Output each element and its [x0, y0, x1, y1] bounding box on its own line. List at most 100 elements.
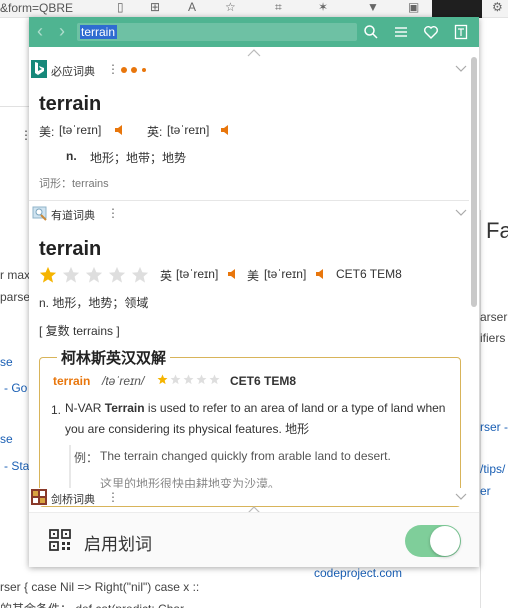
menu-icon[interactable] [393, 24, 409, 40]
bing-uk-label: 英: [147, 125, 163, 139]
star-empty-icon [131, 266, 149, 283]
active-extension-button[interactable] [432, 0, 482, 18]
star-filled-icon [39, 266, 57, 283]
favorites-add-icon[interactable]: ☆ [225, 0, 236, 16]
bg-text-line: r max [0, 268, 30, 282]
star-empty-icon [108, 266, 126, 283]
youdao-uk-label: 英 [160, 269, 173, 283]
collections-icon[interactable]: ▯ [117, 0, 124, 16]
scrollbar-thumb[interactable] [471, 57, 477, 307]
qr-code-icon[interactable] [49, 529, 71, 551]
bg-code-line: 的其余条件： def cat(predict: Char [0, 600, 184, 608]
collapse-chevron-icon[interactable] [455, 65, 467, 73]
cambridge-section-header[interactable]: 剑桥词典 ⋮ [29, 488, 469, 506]
bg-divider [0, 106, 29, 107]
cambridge-logo-icon [31, 489, 47, 505]
toggle-knob[interactable] [430, 526, 460, 556]
popup-topbar: ‹ › terrain [29, 17, 479, 47]
star-empty-icon [62, 266, 80, 283]
example-english: The terrain changed quickly from arable … [100, 449, 391, 463]
loading-dot-icon [121, 67, 127, 73]
collins-def-word: Terrain [104, 401, 145, 415]
settings-gear-icon[interactable]: ⚙ [492, 0, 503, 16]
bing-us-label: 美: [39, 125, 55, 139]
youdao-uk-phonetic: [təˈreɪn] [176, 267, 219, 281]
search-box[interactable]: terrain [77, 23, 357, 41]
bing-more-icon[interactable]: ⋮ [107, 62, 119, 76]
speaker-uk-icon[interactable] [228, 269, 238, 279]
scrollbar[interactable] [471, 49, 477, 499]
browser-toolbar: &form=QBRE ▯ ⊞ A ☆ ⌗ ✶ ▼ ▣ ⚙ [0, 0, 508, 18]
word-selection-toggle[interactable] [405, 525, 461, 557]
youdao-dict-name: 有道词典 [51, 210, 95, 222]
collapse-chevron-icon[interactable] [455, 209, 467, 217]
bg-text-line: ifiers [480, 331, 506, 345]
cambridge-more-icon[interactable]: ⋮ [107, 490, 119, 504]
bing-headword: terrain [39, 93, 102, 115]
bg-code-line: rser { case Nil => Right("nil") case x :… [0, 580, 200, 594]
ocr-icon[interactable]: ⌗ [275, 0, 282, 16]
read-aloud-icon[interactable]: A [188, 0, 196, 16]
bg-link[interactable]: - Sta [4, 459, 29, 473]
search-icon[interactable] [363, 24, 379, 40]
speaker-us-icon[interactable] [115, 125, 125, 135]
youdao-headword: terrain [39, 238, 102, 260]
example-label: 例： [74, 451, 99, 465]
youdao-us-phonetic: [təˈreɪn] [264, 267, 307, 281]
collins-def-type: N-VAR [65, 401, 102, 415]
section-divider [29, 200, 469, 201]
star-filled-icon [157, 374, 168, 385]
apps-icon[interactable]: ⊞ [150, 0, 160, 16]
collapse-chevron-icon[interactable] [455, 493, 467, 501]
speaker-uk-icon[interactable] [221, 125, 231, 135]
scroll-up-icon[interactable] [247, 49, 261, 57]
star-empty-icon [209, 374, 220, 385]
collins-def-number: 1. [51, 403, 62, 417]
extension-icon[interactable]: ✶ [318, 0, 328, 16]
dictionary-popup: ‹ › terrain 必应词典 ⋮ terrain 美: [təˈreɪn] … [29, 17, 479, 567]
bg-source-link[interactable]: codeproject.com [314, 566, 402, 580]
bing-section-header[interactable]: 必应词典 ⋮ [29, 59, 469, 81]
bg-link[interactable]: - Go [4, 381, 27, 395]
collins-def-text-1: is used to refer to an area of land or a… [144, 401, 414, 415]
downloads-icon[interactable]: ▼ [367, 0, 379, 16]
bg-link[interactable]: se [0, 432, 13, 446]
youdao-logo-icon [32, 206, 47, 221]
youdao-section-header[interactable]: 有道词典 ⋮ [29, 203, 469, 225]
speaker-us-icon[interactable] [316, 269, 326, 279]
collins-headword: terrain [53, 374, 91, 388]
popup-footer: 启用划词 [29, 512, 479, 567]
bg-link[interactable]: rser - [480, 420, 508, 434]
bg-link[interactable]: /tips/ [480, 462, 505, 476]
collins-definition: N-VAR Terrain is used to refer to an are… [65, 398, 449, 440]
bg-heading: Fa [486, 218, 508, 243]
bg-text-line: arser [480, 310, 508, 324]
bg-link[interactable]: er [480, 484, 491, 498]
search-input[interactable]: terrain [81, 25, 115, 39]
collins-exam-tags: CET6 TEM8 [230, 374, 297, 388]
bing-uk-phonetic: [təˈreɪn] [167, 123, 210, 137]
bing-pos: n. [66, 149, 77, 163]
bg-link[interactable]: se [0, 355, 13, 369]
back-arrow-icon[interactable]: ‹ [37, 21, 43, 42]
collins-title: 柯林斯英汉双解 [57, 347, 171, 368]
star-empty-icon [183, 374, 194, 385]
bing-dict-name: 必应词典 [51, 66, 95, 78]
bing-us-phonetic: [təˈreɪn] [59, 123, 102, 137]
browser-url-fragment[interactable]: &form=QBRE [0, 1, 73, 15]
forward-arrow-icon[interactable]: › [59, 21, 65, 42]
youdao-plural-form: [ 复数 terrains ] [39, 324, 120, 338]
youdao-more-icon[interactable]: ⋮ [107, 206, 119, 220]
youdao-meaning: n. 地形，地势；领域 [39, 296, 149, 310]
collins-def-chinese: 地形 [285, 422, 310, 436]
wordbook-icon[interactable] [453, 24, 469, 40]
bing-word-forms: 词形：terrains [39, 178, 109, 190]
favorite-heart-icon[interactable] [423, 24, 439, 40]
star-empty-icon [85, 266, 103, 283]
star-empty-icon [170, 374, 181, 385]
extension-grey-icon[interactable]: ▣ [408, 0, 419, 16]
loading-dot-icon [131, 67, 137, 73]
word-selection-label: 启用划词 [84, 535, 152, 554]
bing-logo-icon [31, 60, 47, 78]
youdao-exam-tags: CET6 TEM8 [336, 267, 402, 281]
